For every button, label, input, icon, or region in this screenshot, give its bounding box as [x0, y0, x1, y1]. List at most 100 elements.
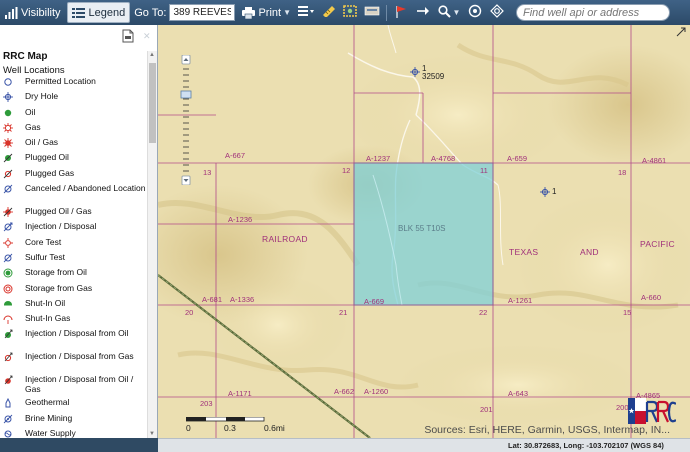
select-tool-button[interactable]: [339, 2, 361, 23]
legend-item: Sulfur Test: [0, 252, 147, 268]
rrc-logo: [628, 398, 676, 424]
legend-item: Canceled / Abandoned Location: [0, 184, 147, 207]
legend-button[interactable]: Legend: [66, 2, 131, 23]
legend-item-label: Dry Hole: [25, 91, 59, 102]
locate-button[interactable]: [486, 2, 508, 23]
oil-gas-icon: [0, 138, 16, 149]
section-label: 203: [200, 399, 213, 408]
visibility-label: Visibility: [21, 6, 61, 19]
injection-oil-icon: [0, 329, 16, 339]
section-label: 12: [342, 166, 351, 175]
search-box: [516, 4, 670, 21]
scroll-thumb[interactable]: [149, 63, 156, 143]
core-test-icon: [0, 237, 16, 248]
legend-panel: ✕ RRC Map Well Locations Permitted Locat…: [0, 25, 158, 438]
legend-item: Oil: [0, 106, 147, 123]
ruler-icon: [321, 5, 336, 20]
legend-item-label: Permitted Location: [25, 76, 96, 86]
legend-item: Storage from Oil: [0, 268, 147, 283]
identify-button[interactable]: [412, 2, 434, 23]
legend-item-label: Injection / Disposal from Oil: [25, 328, 129, 339]
scale-label: 0.3: [224, 423, 236, 433]
legend-item-label: Gas: [25, 121, 41, 132]
abstract-label: A-1236: [228, 215, 253, 224]
legend-item: Brine Mining: [0, 412, 147, 429]
legend-item-label: Canceled / Abandoned Location: [25, 183, 146, 194]
print-button[interactable]: Print ▼: [237, 2, 295, 23]
search-input[interactable]: [523, 6, 651, 19]
legend-item-label: Brine Mining: [25, 412, 73, 423]
crosshair-icon: [490, 4, 504, 21]
close-icon[interactable]: ✕: [143, 31, 151, 42]
abstract-label: A-4768: [431, 154, 456, 163]
water-supply-icon: [0, 429, 16, 438]
abstract-label: A-1260: [364, 387, 389, 396]
list-menu-icon: [298, 5, 315, 20]
plugged-oil-gas-icon: [0, 207, 16, 218]
abstract-label: A-660: [641, 293, 662, 302]
dry-hole-icon[interactable]: [540, 187, 550, 197]
legend-item-label: Storage from Gas: [25, 282, 93, 293]
legend-item-label: Oil / Gas: [25, 137, 59, 148]
legend-item: Core Test: [0, 237, 147, 253]
coordinate-readout: Lat: 30.872683, Long: -103.702107 (WGS 8…: [508, 441, 664, 450]
legend-item: Shut-In Oil: [0, 298, 147, 314]
canceled-location-icon: [0, 184, 16, 194]
print-label: Print: [258, 6, 282, 19]
layer-tool-button[interactable]: [361, 2, 383, 23]
dry-hole-icon: [0, 92, 16, 103]
printer-icon: [241, 6, 255, 20]
zoom-slider[interactable]: [178, 55, 194, 185]
legend-item: Storage from Gas: [0, 282, 147, 299]
map-view[interactable]: 13 12 11 18 20 21 22 15 203 201 200 A-66…: [158, 25, 690, 438]
target-icon: [468, 4, 482, 21]
measure-button[interactable]: [317, 2, 339, 23]
section-label: 21: [339, 308, 348, 317]
abstract-label: A-4861: [642, 156, 667, 165]
scroll-down-icon[interactable]: ▼: [149, 431, 155, 437]
print-document-icon[interactable]: [122, 29, 134, 43]
shut-in-gas-icon: [0, 314, 16, 325]
legend-item: Dry Hole: [0, 92, 147, 107]
abstract-label: A-662: [334, 387, 355, 396]
permitted-location-icon: [0, 77, 16, 87]
legend-item-label: Plugged Oil: [25, 152, 69, 163]
panel-scrollbar[interactable]: ▲ ▼: [147, 51, 157, 438]
abstract-label: A-669: [364, 297, 385, 306]
legend-item-label: Geothermal: [25, 397, 70, 408]
legend-item: Injection / Disposal from Gas: [0, 352, 147, 375]
expand-icon[interactable]: [676, 27, 686, 37]
abstract-label: A-681: [202, 295, 223, 304]
legend-item-label: Oil: [25, 106, 36, 117]
brine-mining-icon: [0, 414, 16, 424]
dry-hole-icon[interactable]: [410, 67, 420, 77]
railroad-label: RAILROAD: [262, 234, 308, 244]
full-extent-button[interactable]: [464, 2, 486, 23]
zoom-menu-button[interactable]: ▼: [434, 2, 464, 23]
scroll-up-icon[interactable]: ▲: [149, 52, 155, 58]
chevron-down-icon: ▼: [452, 8, 461, 17]
legend-item: Plugged Oil / Gas: [0, 207, 147, 222]
legend-item: Injection / Disposal from Oil / Gas: [0, 375, 147, 398]
abstract-label: A-659: [507, 154, 528, 163]
railroad-label: PACIFIC: [640, 239, 676, 249]
legend-item-label: Storage from Oil: [25, 267, 87, 278]
clear-graphics-button[interactable]: [390, 2, 412, 23]
visibility-button[interactable]: Visibility: [0, 2, 65, 23]
scale-label: 0.6mi: [264, 423, 285, 433]
legend-item: Shut-In Gas: [0, 314, 147, 329]
legend-item-label: Plugged Gas: [25, 167, 75, 178]
section-label: 18: [618, 168, 627, 177]
railroad-label: TEXAS: [509, 247, 539, 257]
abstract-label: A-1336: [230, 295, 255, 304]
legend-item-label: Injection / Disposal: [25, 221, 97, 232]
goto-input[interactable]: [169, 4, 236, 21]
geothermal-icon: [0, 398, 16, 408]
status-bar-left: [0, 438, 158, 452]
legend-item-label: Water Supply: [25, 428, 76, 438]
toolbar: Visibility Legend Go To: Print ▼: [0, 0, 690, 25]
section-label: 22: [479, 308, 488, 317]
abstract-label: A-1171: [228, 389, 252, 398]
status-bar: Lat: 30.872683, Long: -103.702107 (WGS 8…: [0, 438, 690, 452]
tools-menu-button[interactable]: [295, 2, 317, 23]
